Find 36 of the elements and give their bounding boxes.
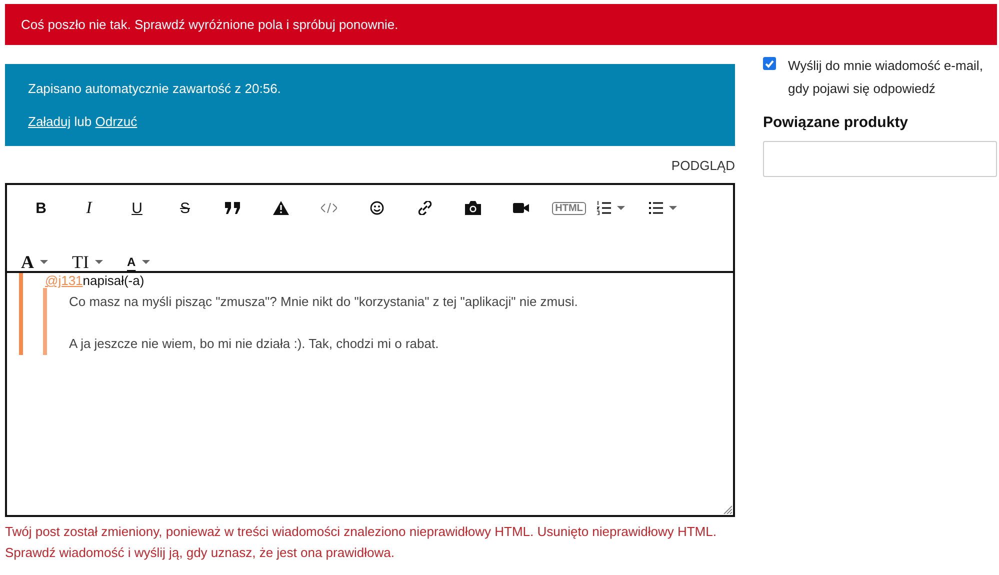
quote-icon (225, 202, 241, 214)
caret-icon (95, 260, 103, 264)
editor[interactable]: B I U S HTML A TI A @j131napisał(-a) Co masz na myśli pisząc "zmusza"? Mnie nikt do "korzystania" z tej "aplikacji" nie zmusi. A ja jeszcze nie wiem, bo mi nie działa :). Tak, chodzi mi o rabat. (5, 183, 735, 517)
load-link[interactable]: Załaduj (28, 114, 71, 129)
quote-paragraph: Co masz na myśli pisząc "zmusza"? Mnie nikt do "korzystania" z tej "aplikacji" nie zmusi. (69, 294, 579, 309)
quote-paragraph: A ja jeszcze nie wiem, bo mi nie działa :). Tak, chodzi mi o rabat. (69, 336, 440, 351)
email-checkbox-label: Wyślij do mnie wiadomość e-mail, gdy pojawi się odpowiedź (788, 57, 984, 98)
strikethrough-button[interactable]: S (161, 189, 209, 227)
related-products-title: Powiązane produkty (763, 114, 910, 131)
validation-message: Twój post został zmieniony, ponieważ w treści wiadomości znaleziono nieprawidłowy HTML. Usunięto nieprawidłowy HTML. (5, 523, 718, 541)
wrote-label: napisał(-a) (82, 273, 144, 288)
smiley-icon (370, 201, 384, 215)
underline-button[interactable]: U (113, 189, 161, 227)
discard-link[interactable]: Odrzuć (95, 114, 138, 129)
camera-icon (465, 201, 481, 215)
related-products-field[interactable] (763, 141, 997, 177)
bold-button[interactable]: B (17, 189, 65, 227)
caret-icon (617, 206, 625, 210)
caret-icon (669, 206, 677, 210)
bulleted-list-icon (649, 202, 663, 214)
html-button[interactable]: HTML (545, 189, 593, 227)
resize-handle-icon[interactable] (723, 505, 732, 514)
error-banner: Coś poszło nie tak. Sprawdź wyróżnione pola i spróbuj ponownie. (5, 4, 997, 45)
validation-message: Sprawdź wiadomość i wyślij ją, gdy uznasz, że jest ona prawidłowa. (5, 544, 396, 562)
caret-icon (40, 260, 48, 264)
video-camera-icon (513, 202, 529, 214)
link-icon (418, 201, 432, 215)
separator-text: lub (74, 114, 92, 129)
code-icon (321, 203, 337, 213)
caret-icon (142, 260, 150, 264)
email-checkbox[interactable] (763, 57, 776, 70)
preview-link[interactable]: PODGLĄD (671, 158, 735, 173)
italic-button[interactable]: I (65, 189, 113, 227)
autosave-message: Zapisano automatycznie zawartość z 20:56. (28, 81, 282, 96)
numbered-list-icon (597, 201, 611, 215)
warning-icon (273, 201, 289, 215)
